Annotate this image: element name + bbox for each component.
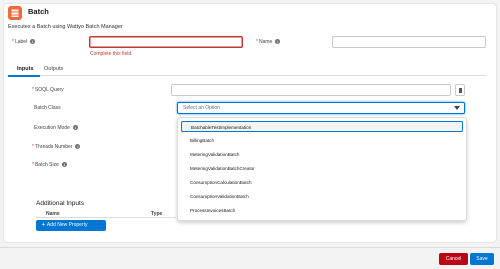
dropdown-option[interactable]: MeteringValidationBatchCreator (181, 163, 463, 174)
tab-inputs[interactable]: Inputs (17, 66, 34, 72)
lock-icon (459, 88, 462, 93)
page-subtitle: Executes a Batch using Wattyo Batch Mana… (8, 24, 123, 30)
dropdown-option[interactable]: BatchableTestImplementation (181, 121, 463, 132)
label-input[interactable] (89, 36, 243, 48)
add-new-property-button[interactable]: + Add New Property (36, 220, 106, 231)
table-header-divider (36, 217, 176, 218)
name-input[interactable] (332, 36, 486, 48)
execution-mode-label: Execution Mode i (34, 125, 78, 131)
batch-class-combobox[interactable]: Select an Option (177, 102, 465, 114)
dropdown-option[interactable]: ConsumptionValidationBatch (181, 191, 463, 202)
batch-class-placeholder: Select an Option (183, 105, 220, 111)
modal-footer (0, 247, 500, 269)
info-icon[interactable]: i (75, 144, 81, 150)
stack-icon (8, 6, 22, 20)
cancel-button[interactable]: Cancel (439, 253, 468, 265)
tab-outputs[interactable]: Outputs (44, 66, 63, 72)
soql-query-input[interactable] (171, 84, 451, 96)
info-icon[interactable]: i (30, 39, 36, 45)
dropdown-option[interactable]: ConsumptionCalculationBatch (181, 177, 463, 188)
info-icon[interactable]: i (72, 125, 78, 131)
chevron-down-icon (454, 106, 460, 110)
dropdown-option[interactable]: BillingBatch (181, 135, 463, 146)
additional-inputs-title: Additional Inputs (36, 200, 85, 207)
soql-lookup-button[interactable] (455, 84, 465, 96)
label-error-text: Complete this field. (90, 51, 133, 57)
info-icon[interactable]: i (61, 162, 67, 168)
active-tab-indicator (8, 75, 40, 77)
tab-bar: Inputs Outputs (8, 64, 486, 77)
save-button[interactable]: Save (470, 253, 494, 265)
label-field-label: *Label i (12, 39, 36, 45)
soql-query-label: *SOQL Query (32, 87, 64, 93)
plus-icon: + (42, 222, 45, 228)
dropdown-option[interactable]: MeteringValidationBatch (181, 149, 463, 160)
name-field-label: *Name i (256, 39, 281, 45)
batch-class-dropdown: BatchableTestImplementation BillingBatch… (177, 117, 467, 221)
threads-number-label: *Threads Number i (32, 144, 81, 150)
dropdown-option[interactable]: ProcessInvoicesBatch (181, 205, 463, 216)
batch-class-label: Batch Class (34, 105, 61, 111)
batch-size-label: *Batch Size i (32, 162, 67, 168)
page-title: Batch (28, 7, 49, 16)
info-icon[interactable]: i (275, 39, 281, 45)
